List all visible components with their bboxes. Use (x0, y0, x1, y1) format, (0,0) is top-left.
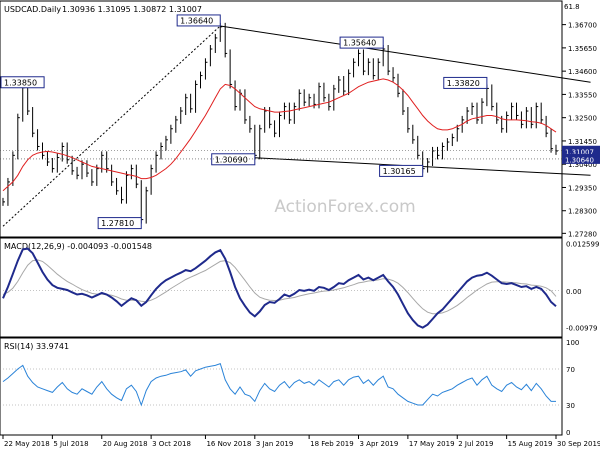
price-tick-label: 1.33550 (568, 91, 597, 99)
annotation-label: 1.33850 (4, 78, 37, 87)
x-tick-label: 30 Sep 2019 (557, 440, 600, 448)
x-axis: 22 May 2018 5 Jul 2018 20 Aug 2018 3 Oct 20… (2, 435, 600, 448)
price-tick-label: 1.32500 (568, 115, 597, 123)
price-tick-label: 1.31450 (568, 138, 597, 146)
x-tick-label: 3 Apr 2019 (360, 440, 399, 448)
chart-symbol: USDCAD.Daily (4, 5, 61, 14)
price-tick-label: 1.35650 (568, 45, 597, 53)
price-badge-label: 1.30640 (565, 156, 594, 164)
rsi-tick-label: 70 (566, 366, 575, 374)
x-tick-label: 3 Oct 2018 (152, 440, 191, 448)
annotation-label: 1.35640 (343, 39, 376, 48)
x-tick-label: 15 Aug 2019 (508, 440, 553, 448)
x-tick-label: 22 May 2018 (4, 440, 50, 448)
price-tick-label: 1.34600 (568, 68, 597, 76)
chart-container: ActionForex.com USDCAD.Daily 1.30936 1.3… (0, 0, 600, 450)
x-tick-label: 3 Jan 2019 (256, 440, 294, 448)
annotation-label: 1.30690 (215, 155, 248, 164)
rsi-tick-label: 0 (566, 429, 570, 437)
annotation-label: 1.30165 (383, 167, 416, 176)
rsi-label: RSI(14) 33.9741 (4, 342, 69, 351)
corner-label: 61.8 (564, 3, 580, 11)
x-tick-label: 18 Feb 2019 (310, 440, 354, 448)
rsi-panel-frame (0, 337, 563, 436)
x-tick-label: 5 Jul 2018 (53, 440, 88, 448)
price-tick-label: 1.27280 (568, 230, 597, 238)
annotation-label: 1.36640 (180, 16, 213, 25)
price-axis: 1.36700 1.35650 1.34600 1.33550 1.32500 1.314… (562, 22, 597, 238)
watermark: ActionForex.com (274, 197, 415, 217)
macd-tick-label: 0.00 (566, 288, 582, 296)
x-tick-label: 17 May 2019 (409, 440, 455, 448)
ohlc-values: 1.30936 1.31095 1.30872 1.31007 (62, 5, 202, 14)
macd-tick-label: 0.012599 (566, 240, 599, 248)
macd-panel-frame (0, 237, 563, 338)
x-tick-label: 16 Nov 2018 (206, 440, 251, 448)
price-tick-label: 1.36700 (568, 22, 597, 30)
price-tick-label: 1.29350 (568, 184, 597, 192)
rsi-tick-label: 30 (566, 402, 575, 410)
annotation-label: 1.27810 (101, 219, 134, 228)
annotation-label: 1.33820 (447, 79, 480, 88)
price-tick-label: 1.28300 (568, 208, 597, 216)
x-tick-label: 20 Aug 2018 (103, 440, 148, 448)
rsi-tick-label: 100 (566, 339, 579, 347)
x-tick-label: 2 Jul 2019 (458, 440, 493, 448)
macd-tick-label: -0.00979 (566, 325, 597, 333)
usdcad-daily-chart: ActionForex.com USDCAD.Daily 1.30936 1.3… (0, 0, 600, 448)
